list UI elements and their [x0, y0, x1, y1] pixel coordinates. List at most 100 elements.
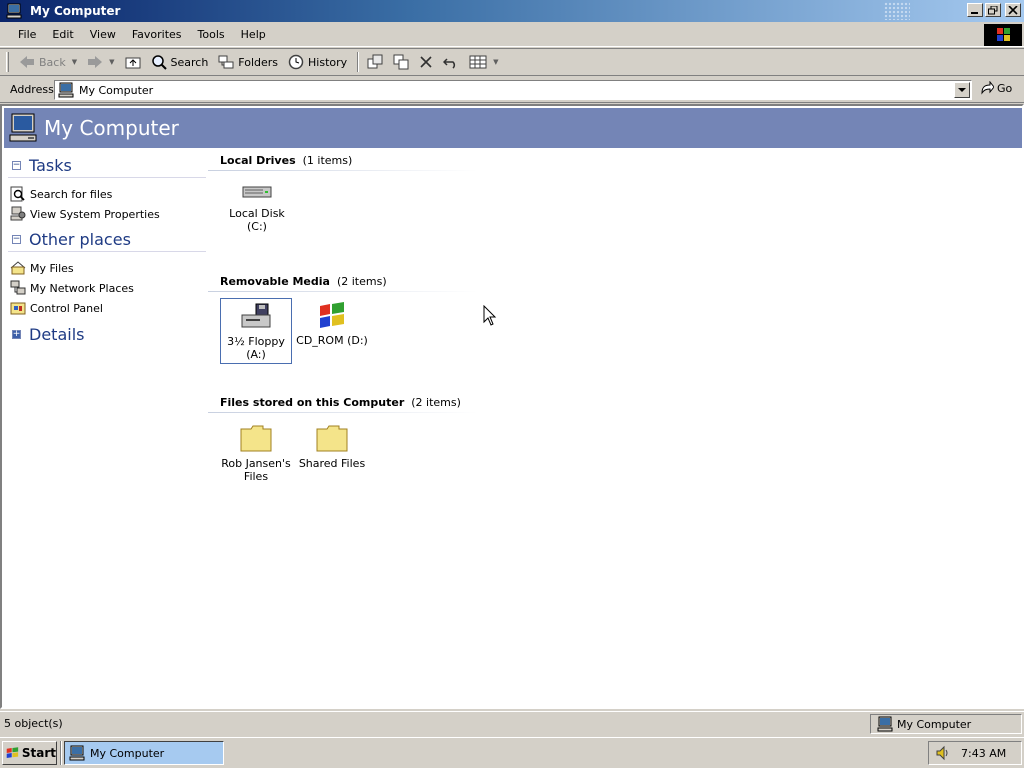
back-button[interactable]: Back ▼ — [15, 53, 81, 71]
history-icon — [288, 54, 304, 70]
taskbar-my-computer-button[interactable]: My Computer — [64, 741, 224, 765]
search-button[interactable]: Search — [147, 52, 213, 72]
group-local-drives: Local Drives (1 items) Local Disk (C:) — [208, 154, 1020, 275]
home-folder-icon — [10, 261, 26, 275]
forward-dropdown-icon[interactable]: ▼ — [109, 58, 114, 66]
minimize-icon — [971, 12, 978, 14]
cd-rom-icon — [320, 302, 344, 328]
go-arrow-icon — [981, 81, 994, 95]
menu-view[interactable]: View — [82, 26, 124, 43]
details-header[interactable]: + Details — [8, 322, 206, 346]
my-files-link[interactable]: My Files — [8, 258, 206, 278]
shared-files-item[interactable]: Shared Files — [296, 419, 368, 485]
item-label: Shared Files — [298, 457, 366, 470]
collapse-icon[interactable]: − — [12, 235, 21, 244]
taskbar: Start My Computer 7:43 AM — [0, 737, 1024, 768]
move-to-icon — [367, 54, 383, 69]
folders-icon — [218, 55, 234, 69]
folder-icon — [316, 425, 348, 452]
network-icon — [10, 280, 26, 295]
item-label: 3½ Floppy (A:) — [227, 335, 285, 361]
close-button[interactable] — [1005, 3, 1021, 17]
system-tray: 7:43 AM — [928, 741, 1022, 765]
collapse-icon[interactable]: − — [12, 161, 21, 170]
link-label: My Network Places — [30, 281, 134, 295]
hard-drive-icon — [242, 186, 272, 198]
title-decoration — [884, 2, 910, 20]
back-dropdown-icon[interactable]: ▼ — [72, 58, 77, 66]
close-icon — [1008, 6, 1018, 15]
view-system-properties-link[interactable]: View System Properties — [8, 204, 206, 224]
address-value: My Computer — [79, 83, 154, 97]
menu-favorites[interactable]: Favorites — [124, 26, 190, 43]
link-label: My Files — [30, 261, 74, 275]
cd-rom-d-item[interactable]: CD_ROM (D:) — [296, 298, 368, 364]
group-header: Local Drives (1 items) — [220, 154, 353, 167]
copy-to-icon — [393, 54, 409, 70]
other-places-header[interactable]: − Other places — [8, 228, 206, 252]
up-folder-icon — [125, 57, 140, 69]
undo-button[interactable] — [439, 53, 463, 71]
volume-icon[interactable] — [935, 745, 951, 761]
floppy-a-item[interactable]: 3½ Floppy (A:) — [220, 298, 292, 364]
address-input[interactable]: My Computer — [54, 80, 972, 100]
mouse-cursor-icon — [483, 305, 497, 326]
search-for-files-link[interactable]: Search for files — [8, 184, 206, 204]
folder-icon — [240, 425, 272, 452]
back-label: Back — [39, 55, 66, 69]
folders-button[interactable]: Folders — [214, 52, 282, 72]
group-files-stored: Files stored on this Computer (2 items) … — [208, 396, 1020, 485]
system-properties-icon — [10, 206, 26, 221]
computer-icon — [9, 113, 37, 142]
group-header: Removable Media (2 items) — [220, 275, 387, 288]
address-dropdown-button[interactable] — [954, 82, 970, 98]
local-disk-c-item[interactable]: Local Disk (C:) — [220, 177, 294, 243]
file-list: Local Drives (1 items) Local Disk (C:) R… — [208, 154, 1020, 485]
control-panel-icon — [10, 302, 26, 315]
go-button[interactable]: Go — [980, 81, 1012, 95]
other-places-title: Other places — [29, 230, 131, 249]
views-dropdown-icon[interactable]: ▼ — [493, 58, 498, 66]
restore-button[interactable] — [985, 3, 1001, 17]
menu-bar: File Edit View Favorites Tools Help — [0, 22, 1024, 47]
header-band: My Computer — [4, 108, 1022, 148]
tasks-header[interactable]: − Tasks — [8, 154, 206, 178]
delete-button[interactable] — [415, 53, 437, 71]
menu-tools[interactable]: Tools — [190, 26, 233, 43]
start-button[interactable]: Start — [2, 741, 57, 765]
history-button[interactable]: History — [284, 52, 351, 72]
page-title: My Computer — [44, 116, 179, 140]
details-section: + Details — [8, 322, 206, 346]
minimize-button[interactable] — [967, 3, 983, 17]
copy-to-button[interactable] — [389, 52, 413, 72]
window-title: My Computer — [30, 4, 121, 18]
other-places-section: − Other places My Files My Network Place… — [8, 228, 206, 318]
views-button[interactable]: ▼ — [465, 53, 502, 71]
group-removable-media: Removable Media (2 items) 3½ Floppy (A:) — [208, 275, 1020, 396]
computer-icon — [69, 745, 85, 761]
undo-icon — [443, 58, 456, 69]
menu-edit[interactable]: Edit — [44, 26, 81, 43]
back-arrow-icon — [20, 56, 34, 68]
computer-icon — [6, 3, 22, 19]
search-icon — [10, 186, 25, 202]
rob-jansens-files-item[interactable]: Rob Jansen's Files — [220, 419, 292, 485]
menu-file[interactable]: File — [10, 26, 44, 43]
address-bar: Address My Computer Go — [0, 77, 1024, 103]
tasks-title: Tasks — [29, 156, 72, 175]
control-panel-link[interactable]: Control Panel — [8, 298, 206, 318]
up-folder-button[interactable] — [121, 53, 145, 71]
my-network-places-link[interactable]: My Network Places — [8, 278, 206, 298]
menu-help[interactable]: Help — [233, 26, 274, 43]
toolbar: Back ▼ ▼ Search Folders History ▼ — [0, 48, 1024, 76]
object-count: 5 object(s) — [4, 717, 63, 730]
expand-icon[interactable]: + — [12, 329, 21, 339]
clock[interactable]: 7:43 AM — [961, 747, 1006, 760]
title-bar[interactable]: My Computer — [0, 0, 1024, 22]
address-label: Address — [10, 83, 54, 96]
move-to-button[interactable] — [363, 52, 387, 72]
floppy-drive-icon — [241, 303, 271, 328]
toolbar-grip[interactable] — [6, 52, 9, 72]
forward-button[interactable]: ▼ — [83, 53, 118, 71]
group-divider — [208, 291, 478, 292]
